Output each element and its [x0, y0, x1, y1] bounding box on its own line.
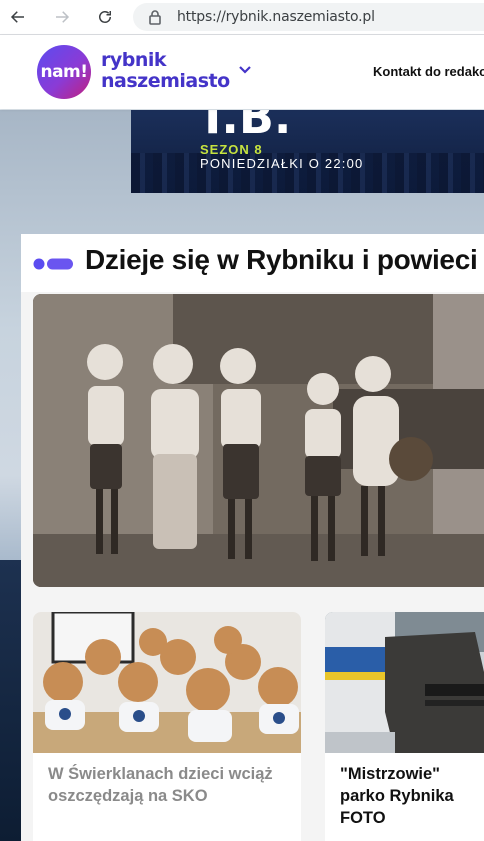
- promo-banner[interactable]: T.B. SEZON 8 PONIEDZIAŁKI O 22:00: [131, 110, 484, 193]
- logo-wordmark[interactable]: rybnik naszemiasto: [101, 50, 230, 92]
- hero-photo: [33, 294, 484, 587]
- url-text: https://rybnik.naszemiasto.pl: [177, 9, 375, 25]
- reload-icon: [99, 11, 111, 23]
- address-bar[interactable]: https://rybnik.naszemiasto.pl: [133, 3, 484, 31]
- site-header: nam! rybnik naszemiasto Kontakt do redak…: [0, 35, 484, 109]
- article-image-police-car: [325, 612, 484, 753]
- logo-line-city: rybnik: [101, 49, 167, 71]
- banner-season: SEZON 8: [200, 142, 263, 157]
- hero-article-image[interactable]: [33, 294, 484, 587]
- section-dots-icon: [33, 258, 73, 270]
- background-building: [0, 560, 22, 841]
- article-image-teddy-bears: [33, 612, 301, 753]
- article-card[interactable]: "Mistrzowie" parko Rybnika FOTO: [325, 612, 484, 841]
- reload-button[interactable]: [93, 5, 117, 29]
- forward-arrow-icon: [56, 11, 70, 23]
- browser-toolbar: https://rybnik.naszemiasto.pl: [0, 0, 484, 35]
- article-title[interactable]: "Mistrzowie" parko Rybnika FOTO: [340, 763, 478, 829]
- lock-icon: [149, 10, 161, 25]
- banner-show-title: T.B.: [197, 110, 292, 144]
- news-section: Dzieje się w Rybniku i powieci W Świerkl…: [21, 234, 484, 841]
- logo-line-brand: naszemiasto: [101, 70, 230, 92]
- back-arrow-icon: [10, 11, 24, 23]
- chevron-down-icon[interactable]: [238, 65, 252, 75]
- back-button[interactable]: [6, 5, 30, 29]
- logo-badge-text: nam!: [40, 62, 88, 82]
- forward-button[interactable]: [50, 5, 74, 29]
- section-title: Dzieje się w Rybniku i powieci: [85, 244, 478, 275]
- banner-schedule: PONIEDZIAŁKI O 22:00: [200, 156, 364, 171]
- article-card[interactable]: W Świerklanach dzieci wciąż oszczędzają …: [33, 612, 301, 841]
- contact-link[interactable]: Kontakt do redako: [373, 64, 484, 79]
- logo-badge[interactable]: nam!: [37, 45, 91, 99]
- article-title[interactable]: W Świerklanach dzieci wciąż oszczędzają …: [48, 763, 295, 807]
- section-header: Dzieje się w Rybniku i powieci: [21, 234, 484, 292]
